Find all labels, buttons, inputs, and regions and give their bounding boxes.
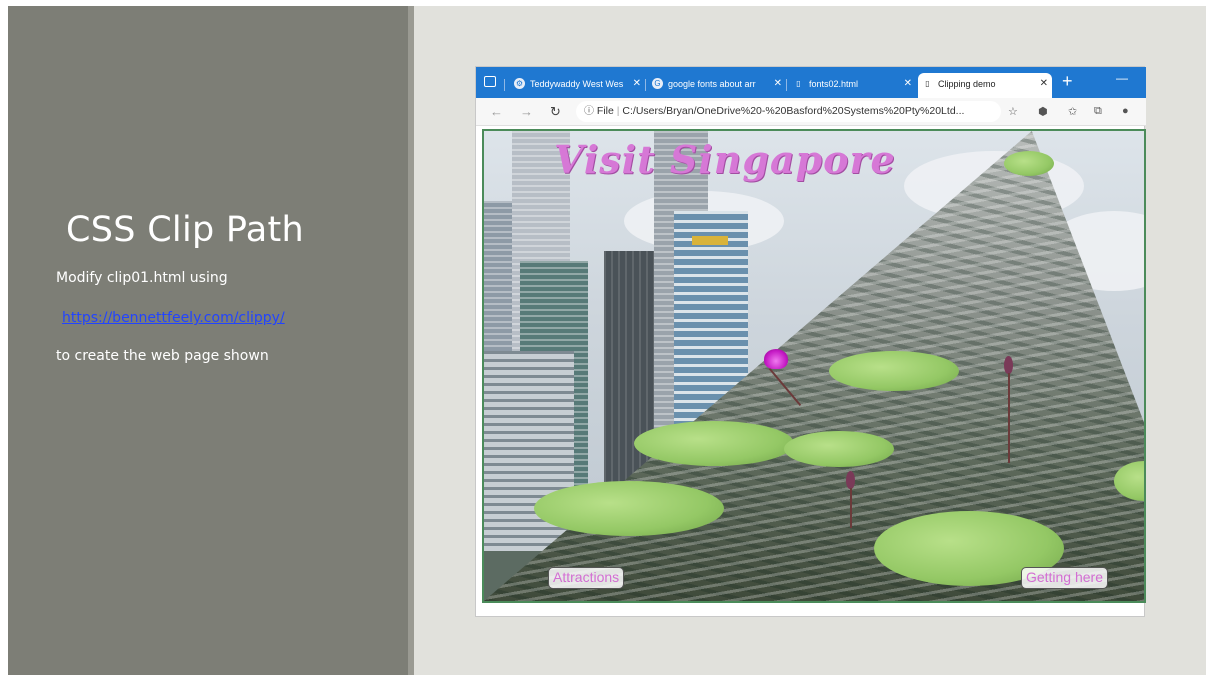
back-icon[interactable]: ← <box>490 104 503 119</box>
info-icon: ⓘ <box>584 106 594 117</box>
lily-pad <box>829 351 959 391</box>
tab-teddywaddy[interactable]: ⚙ Teddywaddy West Wes ✕ <box>510 73 645 95</box>
document-icon: ▯ <box>796 79 801 88</box>
favorites-icon[interactable]: ✩ <box>1068 105 1077 118</box>
new-tab-icon[interactable]: + <box>1062 71 1073 92</box>
browser-screenshot: ⚙ Teddywaddy West Wes ✕ G google fonts a… <box>475 66 1146 617</box>
flower-stem <box>850 488 852 528</box>
tab-actions-icon[interactable] <box>484 76 496 87</box>
google-icon: G <box>652 78 663 89</box>
url-field[interactable]: ⓘ File | C:/Users/Bryan/OneDrive%20-%20B… <box>576 101 1001 122</box>
lily-pad <box>634 421 794 466</box>
lotus-flower <box>764 349 788 369</box>
gear-icon: ⚙ <box>514 78 525 89</box>
clippy-link[interactable]: https://bennettfeely.com/clippy/ <box>62 310 285 326</box>
tab-label: Clipping demo <box>938 79 996 89</box>
document-icon: ▯ <box>925 79 930 88</box>
tab-separator <box>504 79 505 91</box>
browser-tab-bar: ⚙ Teddywaddy West Wes ✕ G google fonts a… <box>476 67 1146 98</box>
tab-clipping-demo[interactable]: ▯ Clipping demo ✕ <box>918 73 1052 98</box>
forward-icon[interactable]: → <box>520 104 533 119</box>
slide-instruction-line: Modify clip01.html using <box>56 270 228 286</box>
building-sign <box>692 236 728 245</box>
favorite-add-icon[interactable]: ☆ <box>1008 105 1018 118</box>
tab-label: Teddywaddy West Wes <box>530 79 624 89</box>
lily-pad <box>784 431 894 467</box>
getting-here-button[interactable]: Getting here <box>1020 567 1108 589</box>
tab-separator <box>645 79 646 91</box>
attractions-button[interactable]: Attractions <box>548 567 625 589</box>
reload-icon[interactable]: ↻ <box>550 104 561 120</box>
profile-icon[interactable]: ● <box>1122 105 1129 117</box>
close-icon[interactable]: ✕ <box>774 73 782 95</box>
page-heading: Visit Singapore <box>554 137 896 182</box>
tab-fonts02[interactable]: ▯ fonts02.html ✕ <box>789 73 916 95</box>
url-text: C:/Users/Bryan/OneDrive%20-%20Basford%20… <box>622 105 965 117</box>
lily-pad <box>1004 151 1054 176</box>
slide-instruction-line: to create the web page shown <box>56 348 269 364</box>
panel-divider <box>408 6 414 675</box>
address-bar-row: ← → ↻ ⓘ File | C:/Users/Bryan/OneDrive%2… <box>476 98 1146 126</box>
close-icon[interactable]: ✕ <box>633 73 641 95</box>
tab-google-fonts[interactable]: G google fonts about arr ✕ <box>648 73 786 95</box>
url-prefix: File <box>596 105 614 117</box>
lotus-bud <box>846 471 855 489</box>
slide-left-panel: CSS Clip Path Modify clip01.html using h… <box>8 6 408 675</box>
page-viewport: Visit Singapore Attractions Getting here <box>482 129 1146 603</box>
extension-icon[interactable]: ⬢ <box>1038 105 1048 118</box>
minimize-icon[interactable]: — <box>1116 71 1128 85</box>
collections-icon[interactable]: ⧉ <box>1094 105 1102 118</box>
lotus-bud <box>1004 356 1013 374</box>
tab-label: fonts02.html <box>809 79 859 89</box>
flower-stem <box>1008 373 1010 463</box>
slide-title: CSS Clip Path <box>66 210 305 250</box>
tab-label: google fonts about arr <box>668 79 756 89</box>
tab-separator <box>786 79 787 91</box>
lily-pad <box>534 481 724 536</box>
close-icon[interactable]: ✕ <box>904 73 912 95</box>
close-icon[interactable]: ✕ <box>1040 73 1048 95</box>
